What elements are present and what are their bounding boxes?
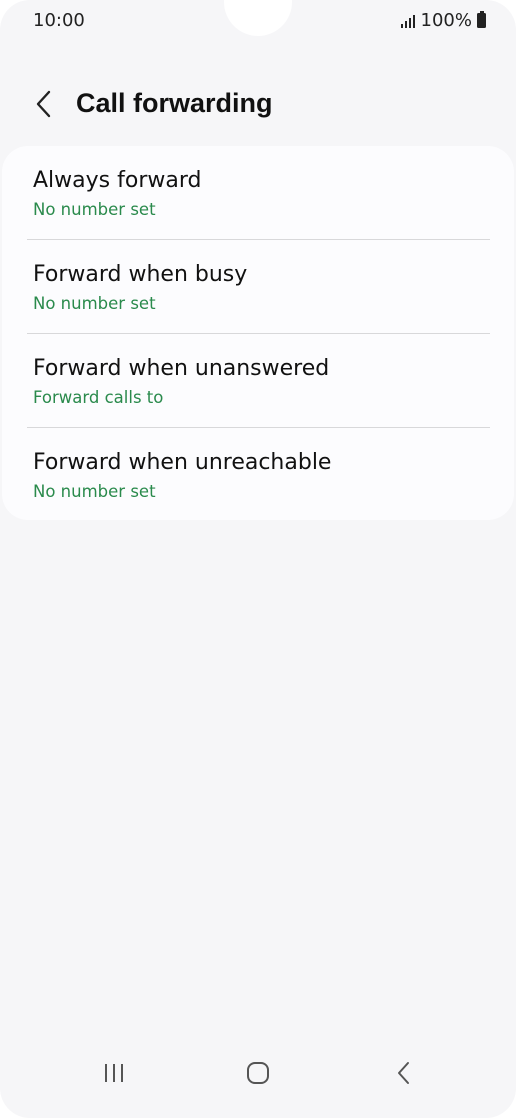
item-title: Forward when unreachable [33, 450, 332, 475]
status-time: 10:00 [33, 10, 85, 31]
phone-screen: 10:00 100% Call forwarding Always forwar… [0, 0, 516, 1118]
status-bar: 10:00 100% [0, 0, 516, 42]
recent-apps-icon [105, 1064, 123, 1082]
item-subtitle: No number set [33, 294, 156, 313]
signal-icon [400, 14, 415, 28]
chevron-left-icon [36, 90, 51, 118]
item-title: Forward when busy [33, 262, 248, 287]
item-subtitle: No number set [33, 482, 156, 501]
back-button[interactable] [26, 86, 62, 122]
home-button[interactable] [228, 1048, 288, 1098]
status-indicators: 100% [400, 10, 486, 31]
list-item-forward-when-unanswered[interactable]: Forward when unanswered Forward calls to [2, 334, 514, 427]
item-title: Forward when unanswered [33, 356, 330, 381]
list-item-always-forward[interactable]: Always forward No number set [2, 146, 514, 239]
list-item-forward-when-unreachable[interactable]: Forward when unreachable No number set [2, 428, 514, 521]
list-item-forward-when-busy[interactable]: Forward when busy No number set [2, 240, 514, 333]
navigation-bar [0, 1048, 516, 1118]
nav-back-button[interactable] [374, 1048, 434, 1098]
item-title: Always forward [33, 168, 202, 193]
battery-percent: 100% [420, 10, 472, 31]
item-subtitle: No number set [33, 200, 156, 219]
item-subtitle: Forward calls to [33, 388, 164, 407]
app-header: Call forwarding [0, 78, 516, 130]
nav-back-icon [398, 1062, 409, 1084]
home-icon [247, 1062, 269, 1084]
forwarding-options-card: Always forward No number set Forward whe… [2, 146, 514, 520]
recent-apps-button[interactable] [84, 1048, 144, 1098]
page-title: Call forwarding [76, 88, 273, 118]
battery-icon [477, 11, 486, 28]
camera-notch [224, 0, 292, 36]
